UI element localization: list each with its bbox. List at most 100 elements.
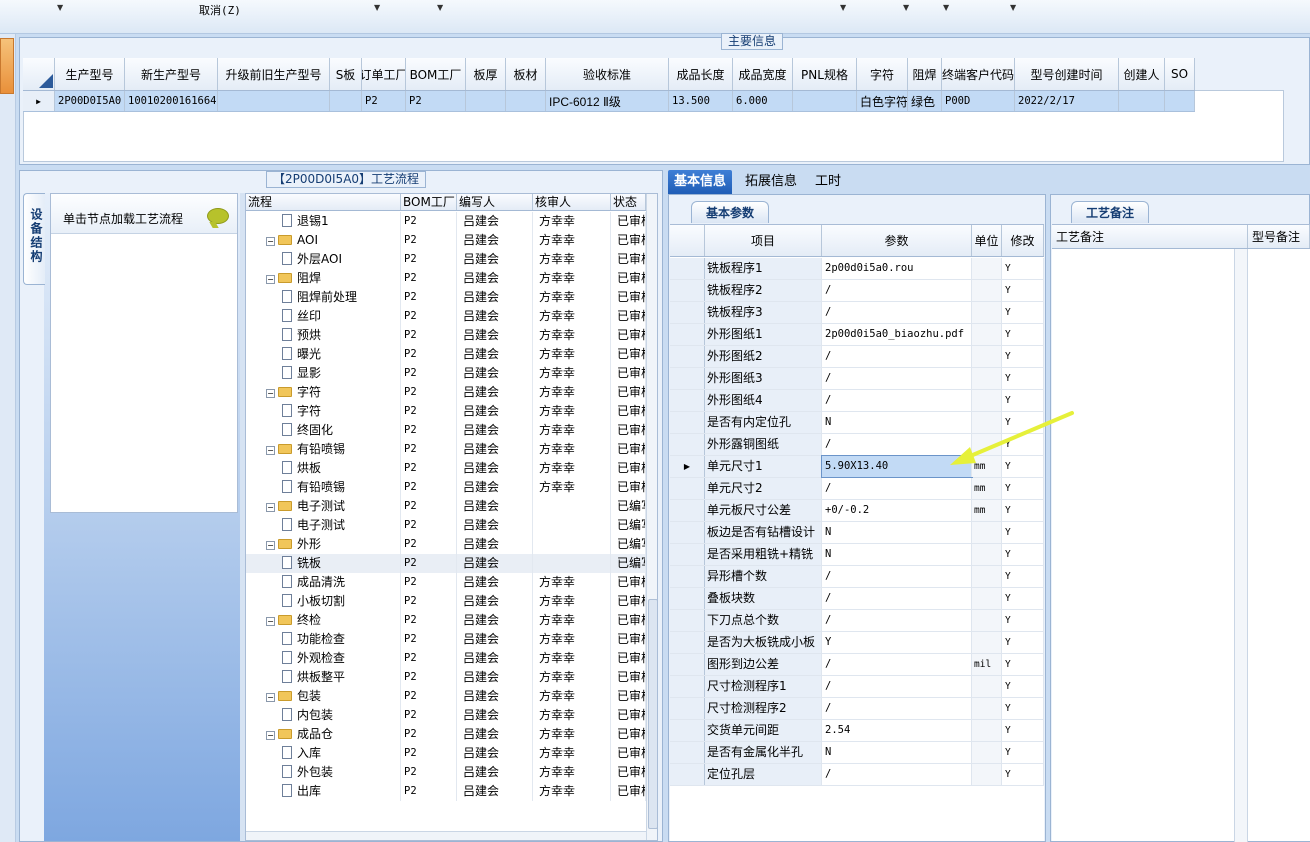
params-cell-value[interactable]: Y [822,632,972,653]
tree-row[interactable]: − 终检 P2吕建会方幸幸已审核 [246,611,646,630]
main-info-column-header[interactable]: S板 [330,58,362,90]
params-row[interactable]: 图形到边公差 / mil Y [670,654,1044,676]
params-cell-value[interactable]: / [822,566,972,587]
collapse-icon[interactable]: − [266,731,275,740]
main-info-cell[interactable]: 绿色 [908,91,942,111]
collapse-icon[interactable]: − [266,503,275,512]
params-cell-value[interactable]: N [822,544,972,565]
tree-row[interactable]: 显影 P2吕建会方幸幸已审核 [246,364,646,383]
tree-node[interactable]: 小板切割 [246,592,401,611]
scroll-thumb[interactable] [648,599,657,829]
tree-row[interactable]: 丝印 P2吕建会方幸幸已审核 [246,307,646,326]
tab-process-notes[interactable]: 工艺备注 [1071,201,1150,223]
main-info-column-header[interactable]: 升级前旧生产型号 [218,58,330,90]
params-cell-value[interactable]: N [822,522,972,543]
tab-extended-info[interactable]: 拓展信息 [739,170,803,194]
params-cell-value[interactable]: +0/-0.2 [822,500,972,521]
params-row[interactable]: 下刀点总个数 / Y [670,610,1044,632]
row-selector[interactable] [670,280,705,301]
main-info-column-header[interactable]: 型号创建时间 [1015,58,1119,90]
tree-node[interactable]: 入库 [246,744,401,763]
params-row[interactable]: 单元尺寸2/mm Y [670,478,1044,500]
main-info-cell[interactable]: 13.500 [669,91,733,111]
params-row[interactable]: 尺寸检测程序2/ Y [670,698,1044,720]
tree-row[interactable]: 退锡1 P2吕建会方幸幸已审核 [246,212,646,231]
main-info-cell[interactable] [218,91,330,111]
main-info-column-header[interactable]: 验收标准 [546,58,669,90]
row-selector[interactable] [670,500,705,521]
tree-node[interactable]: 丝印 [246,307,401,326]
row-indicator-icon[interactable]: ▶ [670,456,705,477]
params-cell-value[interactable]: / [822,478,972,499]
params-cell-value[interactable]: / [822,302,972,323]
tree-row[interactable]: 外层AOI P2吕建会方幸幸已审核 [246,250,646,269]
tree-node[interactable]: − 终检 [246,611,401,630]
tree-row[interactable]: 烘板 P2吕建会方幸幸已审核 [246,459,646,478]
main-info-cell[interactable]: 6.000 [733,91,793,111]
row-selector[interactable] [670,720,705,741]
tree-node[interactable]: 外包装 [246,763,401,782]
params-row[interactable]: 单元板尺寸公差 +0/-0.2 mm Y [670,500,1044,522]
tree-horizontal-scrollbar[interactable] [246,831,646,840]
tree-row[interactable]: 成品清洗 P2吕建会方幸幸已审核 [246,573,646,592]
tree-node[interactable]: 曝光 [246,345,401,364]
tree-column-header[interactable]: 核审人 [533,194,611,210]
tree-column-header[interactable]: BOM工厂 [401,194,457,210]
params-cell-value[interactable]: / [822,368,972,389]
params-cell-value[interactable]: 2.54 [822,720,972,741]
row-selector[interactable] [670,654,705,675]
tree-row[interactable]: 预烘 P2吕建会方幸幸已审核 [246,326,646,345]
main-info-cell[interactable]: IPC-6012 Ⅱ级 [546,91,669,111]
main-info-cell[interactable]: 2022/2/17 [1015,91,1119,111]
tree-row[interactable]: − 电子测试 P2吕建会 已编写 [246,497,646,516]
main-info-column-header[interactable]: 创建人 [1119,58,1165,90]
dock-tab[interactable] [0,38,14,94]
params-cell-value[interactable]: / [822,676,972,697]
tree-node[interactable]: 外观检查 [246,649,401,668]
dropdown-arrow-icon[interactable]: ▼ [437,3,443,12]
tab-basic-info[interactable]: 基本信息 [668,170,733,194]
row-selector[interactable] [670,390,705,411]
tree-row[interactable]: 曝光 P2吕建会方幸幸已审核 [246,345,646,364]
tab-work-hours[interactable]: 工时 [809,170,847,194]
main-info-cell[interactable] [1119,91,1165,111]
tree-node[interactable]: 烘板整平 [246,668,401,687]
tree-node[interactable]: − 外形 [246,535,401,554]
dropdown-arrow-icon[interactable]: ▼ [903,3,909,12]
params-column-header[interactable]: 单位 [972,225,1002,256]
params-cell-value[interactable]: / [822,280,972,301]
tree-row[interactable]: 有铅喷锡 P2吕建会方幸幸已审核 [246,478,646,497]
tree-node[interactable]: 预烘 [246,326,401,345]
tree-node[interactable]: 终固化 [246,421,401,440]
tree-row[interactable]: 阻焊前处理 P2吕建会方幸幸已审核 [246,288,646,307]
main-info-column-header[interactable]: 新生产型号 [125,58,218,90]
main-info-cell[interactable] [466,91,506,111]
collapse-icon[interactable]: − [266,617,275,626]
row-selector[interactable] [670,258,705,279]
tree-node[interactable]: 外层AOI [246,250,401,269]
params-column-header[interactable]: 修改 [1002,225,1044,256]
tab-basic-params[interactable]: 基本参数 [691,201,770,223]
tree-row[interactable]: − 阻焊 P2吕建会方幸幸已审核 [246,269,646,288]
row-selector[interactable] [670,632,705,653]
tree-row[interactable]: 功能检查 P2吕建会方幸幸已审核 [246,630,646,649]
params-row[interactable]: 交货单元间距 2.54 Y [670,720,1044,742]
main-info-row[interactable]: ▶ 2P00D0I5A0 10010200161664 P2 P2 IPC-6012 Ⅱ级… [23,91,1195,112]
main-info-cell[interactable]: 10010200161664 [125,91,218,111]
params-cell-value[interactable]: / [822,346,972,367]
row-selector[interactable] [670,588,705,609]
dropdown-arrow-icon[interactable]: ▼ [943,3,949,12]
main-info-cell[interactable]: P00D [942,91,1015,111]
tree-node[interactable]: 显影 [246,364,401,383]
tree-row[interactable]: 终固化 P2吕建会方幸幸已审核 [246,421,646,440]
main-info-column-header[interactable]: 字符 [857,58,908,90]
row-selector[interactable] [670,676,705,697]
tree-node[interactable]: − 包装 [246,687,401,706]
params-row[interactable]: 异形槽个数 / Y [670,566,1044,588]
params-row[interactable]: 板边是否有钻槽设计 N Y [670,522,1044,544]
main-info-cell[interactable]: P2 [406,91,466,111]
row-selector[interactable] [670,324,705,345]
main-info-column-header[interactable]: 终端客户代码 [942,58,1015,90]
params-cell-value[interactable]: / [822,610,972,631]
equipment-structure-tab[interactable]: 设备结构 [23,193,45,285]
